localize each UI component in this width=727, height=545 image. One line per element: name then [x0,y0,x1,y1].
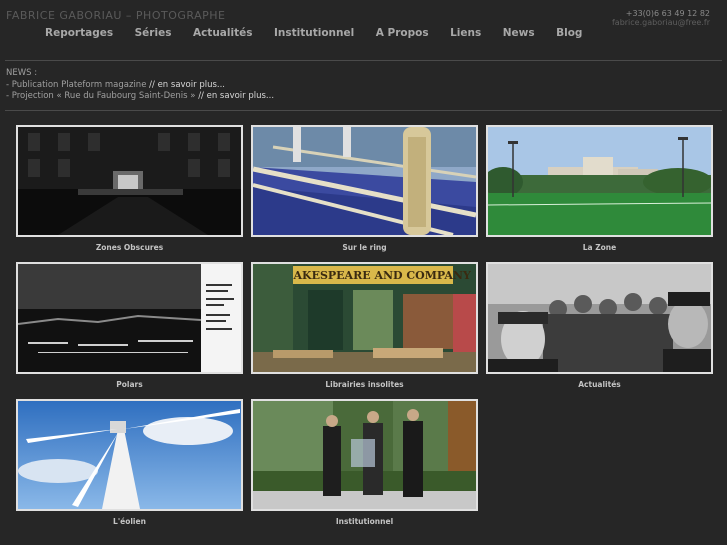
gallery-card-sur-le-ring: Sur le ring [251,125,478,252]
nav-series[interactable]: Séries [135,27,172,39]
thumbnail-zones-obscures[interactable] [16,125,243,237]
contact-info: +33(0)6 63 49 12 82 fabrice.gaboriau@fre… [612,9,710,27]
boxing-ring-photo [253,127,476,235]
nav-actualites[interactable]: Actualités [193,27,253,39]
thumbnail-sur-le-ring[interactable] [251,125,478,237]
news-more-link[interactable]: // en savoir plus... [198,91,274,101]
news-section: NEWS : - Publication Plateform magazine … [6,68,274,103]
gallery-card-la-zone: La Zone [486,125,713,252]
thumbnail-la-zone[interactable] [486,125,713,237]
nav-liens[interactable]: Liens [450,27,481,39]
nav-a-propos[interactable]: A Propos [376,27,429,39]
police-crowd-photo [488,264,711,372]
bookshop-photo: SHAKESPEARE AND COMPANY [253,264,476,372]
news-item: - Publication Plateform magazine // en s… [6,80,274,92]
news-item: - Projection « Rue du Faubourg Saint-Den… [6,91,274,103]
gallery-caption[interactable]: Institutionnel [251,517,478,526]
news-item-text: - Publication Plateform magazine [6,79,147,90]
wind-turbine-photo [18,401,241,509]
gallery-caption[interactable]: La Zone [486,243,713,252]
night-building-photo [18,127,241,235]
nav-blog[interactable]: Blog [556,27,582,39]
email-address[interactable]: fabrice.gaboriau@free.fr [612,18,710,27]
night-city-photo [18,264,241,372]
gallery-card-librairies-insolites: SHAKESPEARE AND COMPANY Librairies insol… [251,262,478,389]
main-nav: Reportages Séries Actualités Institution… [45,27,604,39]
nav-news[interactable]: News [503,27,535,39]
gallery-caption[interactable]: Sur le ring [251,243,478,252]
photo-gallery: Zones Obscures Sur le ring La Zone Polar… [16,125,713,539]
news-divider [5,110,722,111]
thumbnail-eolien[interactable] [16,399,243,511]
phone-number: +33(0)6 63 49 12 82 [625,9,710,18]
thumbnail-polars[interactable] [16,262,243,374]
gallery-card-eolien: L'éolien [16,399,243,526]
gallery-card-institutionnel: Institutionnel [251,399,478,526]
football-field-photo [488,127,711,235]
officials-stage-photo [253,401,476,509]
gallery-card-zones-obscures: Zones Obscures [16,125,243,252]
shop-sign-text: SHAKESPEARE AND COMPANY [275,269,471,282]
header-divider [5,60,722,61]
news-heading: NEWS : [6,68,38,78]
thumbnail-actualites[interactable] [486,262,713,374]
gallery-caption[interactable]: L'éolien [16,517,243,526]
gallery-caption[interactable]: Zones Obscures [16,243,243,252]
gallery-caption[interactable]: Polars [16,380,243,389]
news-item-text: - Projection « Rue du Faubourg Saint-Den… [6,91,196,101]
gallery-caption[interactable]: Actualités [486,380,713,389]
thumbnail-institutionnel[interactable] [251,399,478,511]
nav-reportages[interactable]: Reportages [45,27,113,39]
site-title: FABRICE GABORIAU – PHOTOGRAPHE [6,9,226,22]
news-more-link[interactable]: // en savoir plus... [149,80,225,90]
thumbnail-librairies-insolites[interactable]: SHAKESPEARE AND COMPANY [251,262,478,374]
nav-institutionnel[interactable]: Institutionnel [274,27,354,39]
gallery-caption[interactable]: Librairies insolites [251,380,478,389]
gallery-card-polars: Polars [16,262,243,389]
gallery-card-actualites: Actualités [486,262,713,389]
